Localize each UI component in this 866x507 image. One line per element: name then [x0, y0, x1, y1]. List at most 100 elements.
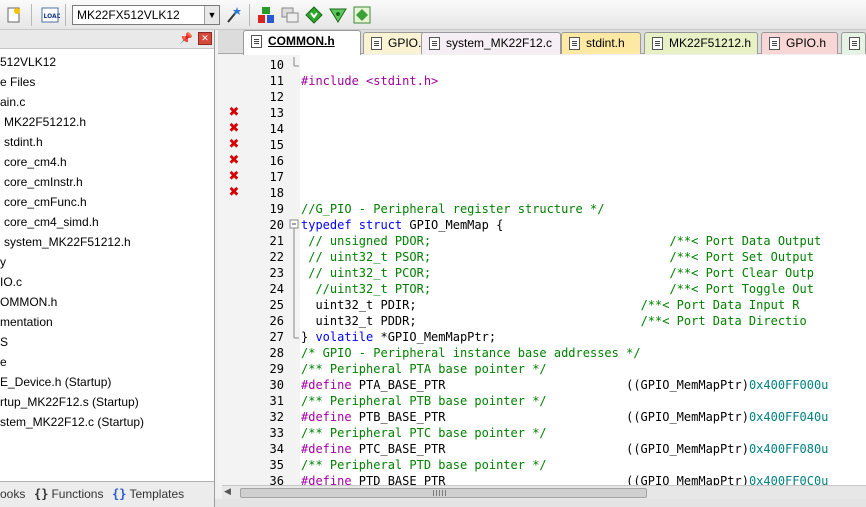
- code-line[interactable]: 19 //G_PIO - Peripheral register structur…: [218, 201, 866, 217]
- code-token: }: [301, 330, 316, 344]
- manage-components-icon[interactable]: [256, 5, 276, 25]
- tab-system-mk22f12-c[interactable]: system_MK22F12.c: [421, 32, 561, 54]
- fold-guide: [289, 265, 299, 281]
- code-line[interactable]: ✖ 16: [218, 153, 866, 169]
- code-token: PTB_BASE_PTR ((GPIO_MemMapPtr): [358, 410, 749, 424]
- code-token: /**< Port Data Input R: [640, 298, 800, 312]
- error-marker-icon[interactable]: ✖: [228, 170, 240, 183]
- code-line[interactable]: 35 /** Peripheral PTD base pointer */: [218, 457, 866, 473]
- download-icon[interactable]: [304, 5, 324, 25]
- tab-functions[interactable]: {} Functions: [34, 485, 103, 503]
- tree-node[interactable]: E_Device.h (Startup): [0, 372, 111, 392]
- tab-templates[interactable]: {} Templates: [112, 485, 184, 503]
- fold-collapse-icon[interactable]: [289, 217, 299, 233]
- code-line[interactable]: ✖ 15: [218, 137, 866, 153]
- line-number: 29: [269, 362, 284, 376]
- code-line[interactable]: 24 //uint32_t PTOR; /**< Port Toggle Out: [218, 281, 866, 297]
- tree-node[interactable]: 512VLK12: [0, 52, 56, 72]
- line-number: 21: [269, 234, 284, 248]
- error-marker-icon[interactable]: ✖: [228, 106, 240, 119]
- tree-node[interactable]: core_cmFunc.h: [4, 192, 87, 212]
- code-line[interactable]: ✖ 14: [218, 121, 866, 137]
- tree-node[interactable]: system_MK22F51212.h: [4, 232, 131, 252]
- code-line[interactable]: 20 typedef struct GPIO_MemMap {: [218, 217, 866, 233]
- tab-books[interactable]: ooks: [0, 485, 25, 503]
- code-line[interactable]: ✖ 13: [218, 105, 866, 121]
- code-text: /** Peripheral PTC base pointer */: [301, 425, 547, 441]
- scroll-left-icon[interactable]: ◀: [224, 487, 231, 497]
- tree-node[interactable]: ain.c: [0, 92, 25, 112]
- code-line[interactable]: 21 // unsigned PDOR; /**< Port Data Outp…: [218, 233, 866, 249]
- tree-node[interactable]: mentation: [0, 312, 53, 332]
- new-file-icon[interactable]: [4, 5, 24, 25]
- tab-overflow[interactable]: [841, 32, 866, 54]
- fold-guide: [289, 185, 299, 201]
- close-icon[interactable]: ✕: [198, 32, 212, 45]
- line-number: 20: [269, 218, 284, 232]
- line-number: 12: [269, 90, 284, 104]
- line-number: 17: [269, 170, 284, 184]
- tree-node[interactable]: stdint.h: [4, 132, 43, 152]
- line-number: 18: [269, 186, 284, 200]
- line-number: 25: [269, 298, 284, 312]
- tab-stdint-h[interactable]: stdint.h: [561, 32, 641, 54]
- code-line[interactable]: 33 /** Peripheral PTC base pointer */: [218, 425, 866, 441]
- horizontal-scrollbar[interactable]: ◀: [222, 485, 866, 499]
- code-line[interactable]: 30 #define PTA_BASE_PTR ((GPIO_MemMapPtr)…: [218, 377, 866, 393]
- tree-node[interactable]: IO.c: [0, 272, 22, 292]
- code-line[interactable]: 34 #define PTC_BASE_PTR ((GPIO_MemMapPtr)…: [218, 441, 866, 457]
- code-text: #include <stdint.h>: [301, 73, 438, 89]
- chevron-down-icon[interactable]: ▼: [204, 6, 219, 24]
- error-marker-icon[interactable]: ✖: [228, 154, 240, 167]
- windows-icon[interactable]: [280, 5, 300, 25]
- tab-common-h[interactable]: COMMON.h: [243, 30, 361, 55]
- tree-node[interactable]: OMMON.h: [0, 292, 57, 312]
- code-line[interactable]: 31 /** Peripheral PTB base pointer */: [218, 393, 866, 409]
- fold-guide: [289, 233, 299, 249]
- code-line[interactable]: 29 /** Peripheral PTA base pointer */: [218, 361, 866, 377]
- tree-node[interactable]: MK22F51212.h: [4, 112, 86, 132]
- code-line[interactable]: 11 #include <stdint.h>: [218, 73, 866, 89]
- tree-node[interactable]: stem_MK22F12.c (Startup): [0, 412, 144, 432]
- scrollbar-thumb[interactable]: [240, 488, 647, 498]
- options-wand-icon[interactable]: [224, 5, 244, 25]
- error-marker-icon[interactable]: ✖: [228, 186, 240, 199]
- line-number: 10: [269, 58, 284, 72]
- fold-guide: [289, 297, 299, 313]
- pin-icon[interactable]: 📌: [179, 32, 193, 45]
- pack-installer-icon[interactable]: [352, 5, 372, 25]
- error-marker-icon[interactable]: ✖: [228, 122, 240, 135]
- file-icon: [371, 37, 382, 50]
- tree-node[interactable]: y: [0, 252, 6, 272]
- code-editor[interactable]: 10 11 #include <stdint.h> 12 ✖ 13 ✖ 14 ✖ 15 ✖ 16 ✖ 17…: [218, 55, 866, 485]
- code-line[interactable]: ✖ 18: [218, 185, 866, 201]
- tree-node[interactable]: rtup_MK22F12.s (Startup): [0, 392, 139, 412]
- code-line[interactable]: 12: [218, 89, 866, 105]
- fold-guide: [289, 409, 299, 425]
- code-line[interactable]: 26 uint32_t PDDR; /**< Port Data Directi…: [218, 313, 866, 329]
- debug-icon[interactable]: [328, 5, 348, 25]
- code-line[interactable]: 28 /* GPIO - Peripheral instance base add…: [218, 345, 866, 361]
- target-select[interactable]: MK22FX512VLK12 ▼: [72, 5, 220, 25]
- tab-mk22f51212-h[interactable]: MK22F51212.h: [644, 32, 758, 54]
- code-token: *GPIO_MemMapPtr;: [380, 330, 497, 344]
- tab-gpio-h[interactable]: GPIO.h: [761, 32, 838, 54]
- code-line[interactable]: 32 #define PTB_BASE_PTR ((GPIO_MemMapPtr)…: [218, 409, 866, 425]
- code-line[interactable]: 25 uint32_t PDIR; /**< Port Data Input R: [218, 297, 866, 313]
- code-token: volatile: [315, 330, 381, 344]
- code-line[interactable]: 23 // uint32_t PCOR; /**< Port Clear Out…: [218, 265, 866, 281]
- tree-node[interactable]: S: [0, 332, 8, 352]
- tree-node[interactable]: e: [0, 352, 7, 372]
- fold-guide: [289, 169, 299, 185]
- code-line[interactable]: ✖ 17: [218, 169, 866, 185]
- tree-node[interactable]: core_cmInstr.h: [4, 172, 83, 192]
- load-icon[interactable]: LOAD: [40, 5, 60, 25]
- code-line[interactable]: 27} volatile *GPIO_MemMapPtr;: [218, 329, 866, 345]
- code-line[interactable]: 22 // uint32_t PSOR; /**< Port Set Outpu…: [218, 249, 866, 265]
- tree-node[interactable]: core_cm4_simd.h: [4, 212, 99, 232]
- code-line[interactable]: 10: [218, 57, 866, 73]
- tree-node[interactable]: core_cm4.h: [4, 152, 67, 172]
- code-line[interactable]: 36 #define PTD_BASE_PTR ((GPIO_MemMapPtr)…: [218, 473, 866, 485]
- tree-node[interactable]: e Files: [0, 72, 35, 92]
- error-marker-icon[interactable]: ✖: [228, 138, 240, 151]
